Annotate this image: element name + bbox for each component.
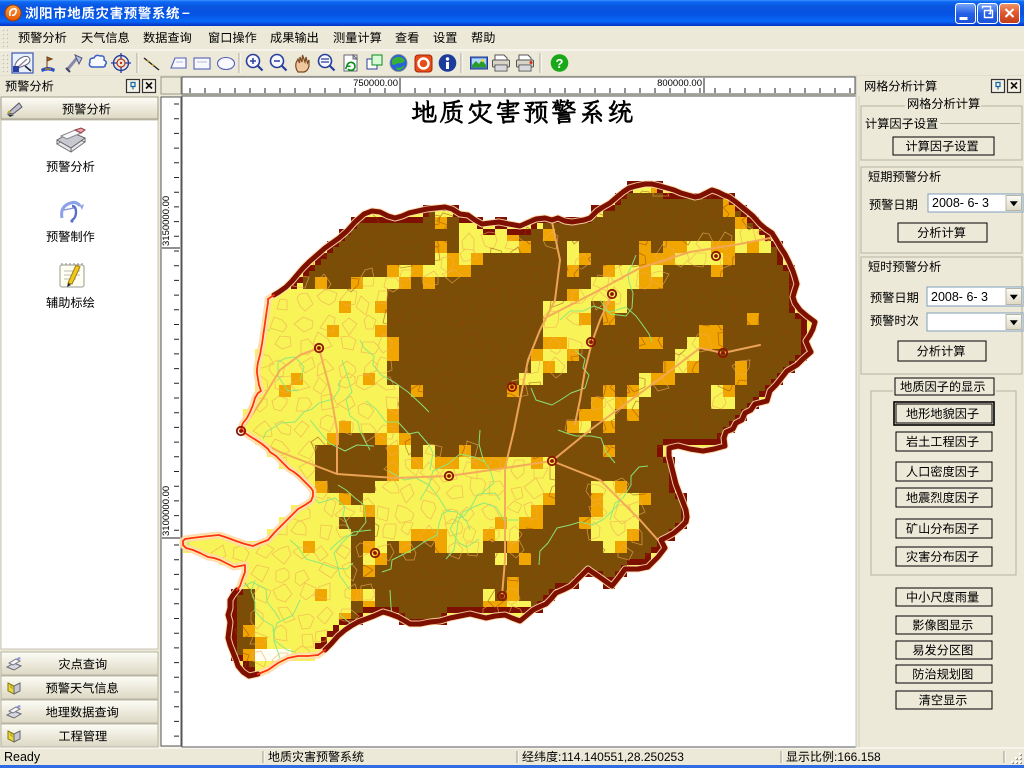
svg-text:–: –: [182, 4, 190, 20]
svg-text::166.158: :166.158: [834, 750, 881, 764]
svg-text:?: ?: [556, 56, 564, 71]
svg-text:2008- 6- 3: 2008- 6- 3: [931, 290, 988, 304]
svg-text:750000.00: 750000.00: [353, 78, 398, 89]
svg-text:3150000.00: 3150000.00: [161, 196, 172, 246]
svg-text:2008- 6- 3: 2008- 6- 3: [932, 196, 989, 210]
svg-text::114.140551,28.250253: :114.140551,28.250253: [558, 750, 684, 764]
svg-text:3100000.00: 3100000.00: [161, 486, 172, 536]
svg-text:800000.00: 800000.00: [657, 78, 702, 89]
svg-text:Ready: Ready: [4, 750, 41, 764]
